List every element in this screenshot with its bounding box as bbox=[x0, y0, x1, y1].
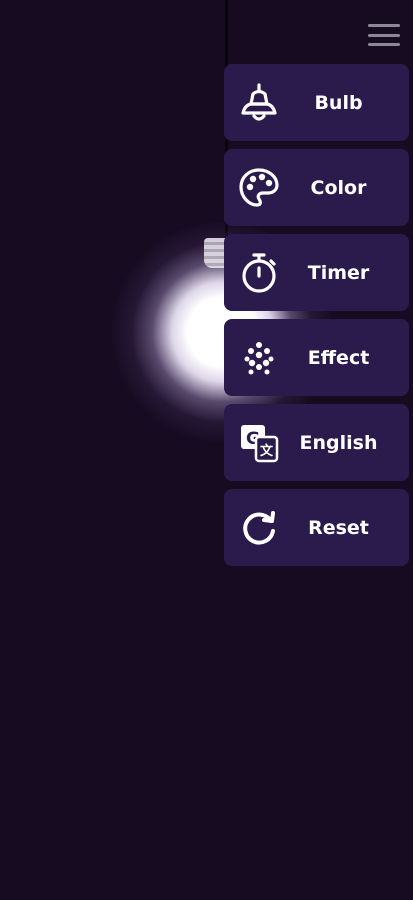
menu-item-bulb[interactable]: Bulb bbox=[224, 64, 409, 141]
svg-text:文: 文 bbox=[260, 443, 274, 459]
menu-item-label: Bulb bbox=[314, 91, 363, 114]
menu-item-color[interactable]: Color bbox=[224, 149, 409, 226]
hamburger-menu-icon[interactable] bbox=[368, 22, 400, 48]
reset-icon bbox=[238, 507, 280, 549]
stopwatch-icon bbox=[238, 252, 280, 294]
menu-item-reset[interactable]: Reset bbox=[224, 489, 409, 566]
palette-icon bbox=[238, 167, 280, 209]
menu-item-timer[interactable]: Timer bbox=[224, 234, 409, 311]
app-screen: Bulb Color Timer Effect G 文 English Rese… bbox=[0, 0, 413, 900]
menu-item-effect[interactable]: Effect bbox=[224, 319, 409, 396]
effect-dots-icon bbox=[238, 337, 280, 379]
menu-item-label: Reset bbox=[308, 516, 369, 539]
menu-item-label: Color bbox=[310, 176, 367, 199]
menu-item-label: Effect bbox=[307, 346, 370, 369]
side-menu-panel: Bulb Color Timer Effect G 文 English Rese… bbox=[224, 64, 409, 574]
bulb-icon bbox=[238, 82, 280, 124]
menu-item-english[interactable]: G 文 English bbox=[224, 404, 409, 481]
menu-item-label: Timer bbox=[307, 261, 370, 284]
translate-icon: G 文 bbox=[238, 422, 280, 464]
menu-item-label: English bbox=[299, 431, 378, 454]
